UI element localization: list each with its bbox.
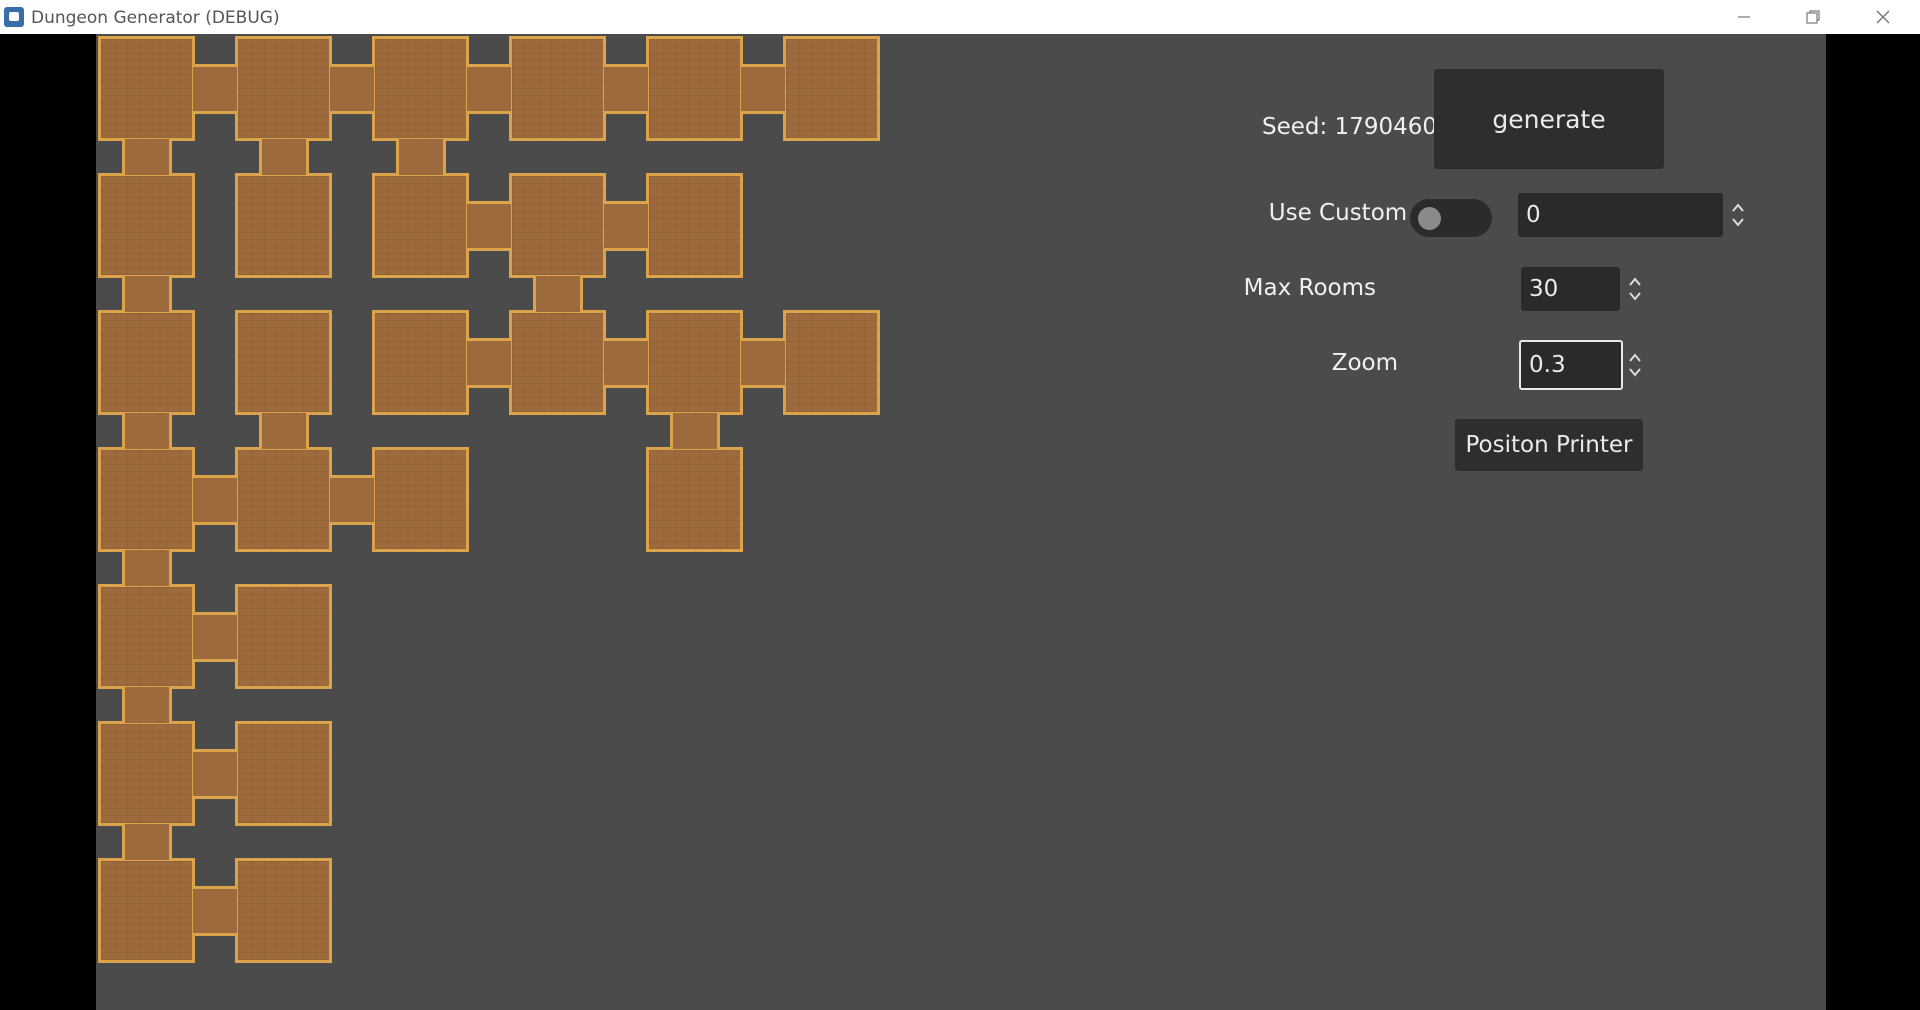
room-tile <box>98 310 195 415</box>
close-icon <box>1876 10 1890 24</box>
dungeon-map[interactable] <box>96 34 896 1010</box>
window-title: Dungeon Generator (DEBUG) <box>31 8 280 28</box>
room-connector <box>604 338 648 388</box>
room-tile <box>98 584 195 689</box>
restore-icon <box>1806 10 1820 24</box>
room-tile <box>372 173 469 278</box>
room-connector <box>741 64 785 114</box>
room-tile <box>98 36 195 141</box>
room-tile <box>646 447 743 552</box>
room-tile <box>783 310 880 415</box>
room-tile <box>235 310 332 415</box>
room-connector <box>259 413 309 449</box>
room-tile <box>783 36 880 141</box>
room-connector <box>467 64 511 114</box>
max-rooms-spinner-icon[interactable] <box>1627 274 1643 304</box>
close-button[interactable] <box>1853 0 1913 34</box>
room-tile <box>372 447 469 552</box>
custom-seed-spinner-icon[interactable] <box>1730 200 1746 230</box>
room-tile <box>98 447 195 552</box>
room-connector <box>122 824 172 860</box>
position-printer-button[interactable]: Positon Printer <box>1455 419 1643 471</box>
toggle-knob <box>1418 207 1441 230</box>
room-connector <box>330 64 374 114</box>
restore-button[interactable] <box>1783 0 1843 34</box>
room-connector <box>193 749 237 799</box>
room-connector <box>193 64 237 114</box>
room-tile <box>235 584 332 689</box>
room-tile <box>372 310 469 415</box>
room-tile <box>235 721 332 826</box>
minimize-button[interactable] <box>1714 0 1774 34</box>
room-connector <box>467 338 511 388</box>
room-tile <box>235 858 332 963</box>
room-tile <box>98 173 195 278</box>
room-tile <box>372 36 469 141</box>
room-connector <box>259 139 309 175</box>
room-connector <box>122 139 172 175</box>
room-tile <box>98 858 195 963</box>
title-bar: Dungeon Generator (DEBUG) <box>0 0 1920 34</box>
room-connector <box>533 276 583 312</box>
room-tile <box>235 36 332 141</box>
room-connector <box>330 475 374 525</box>
zoom-label: Zoom <box>1331 350 1398 376</box>
room-connector <box>122 687 172 723</box>
custom-seed-input[interactable]: 0 <box>1518 193 1723 237</box>
room-connector <box>193 612 237 662</box>
room-tile <box>235 447 332 552</box>
zoom-input[interactable]: 0.3 <box>1519 340 1623 390</box>
room-tile <box>509 173 606 278</box>
godot-icon <box>4 7 24 27</box>
room-connector <box>604 64 648 114</box>
room-tile <box>98 721 195 826</box>
room-connector <box>467 201 511 251</box>
room-connector <box>122 276 172 312</box>
minimize-icon <box>1738 16 1750 18</box>
custom-seed-toggle[interactable] <box>1410 199 1492 237</box>
room-tile <box>509 36 606 141</box>
generate-button[interactable]: generate <box>1434 69 1664 169</box>
room-tile <box>646 36 743 141</box>
room-connector <box>193 886 237 936</box>
room-connector <box>122 413 172 449</box>
game-viewport: Seed: 1790460301 generate Use Custom See… <box>96 34 1826 1010</box>
room-tile <box>509 310 606 415</box>
room-tile <box>646 173 743 278</box>
max-rooms-input[interactable]: 30 <box>1521 267 1620 311</box>
room-connector <box>741 338 785 388</box>
room-connector <box>122 550 172 586</box>
zoom-spinner-icon[interactable] <box>1627 350 1643 380</box>
max-rooms-label: Max Rooms <box>1243 275 1376 301</box>
room-connector <box>396 139 446 175</box>
room-tile <box>646 310 743 415</box>
room-connector <box>193 475 237 525</box>
room-connector <box>670 413 720 449</box>
room-tile <box>235 173 332 278</box>
room-connector <box>604 201 648 251</box>
